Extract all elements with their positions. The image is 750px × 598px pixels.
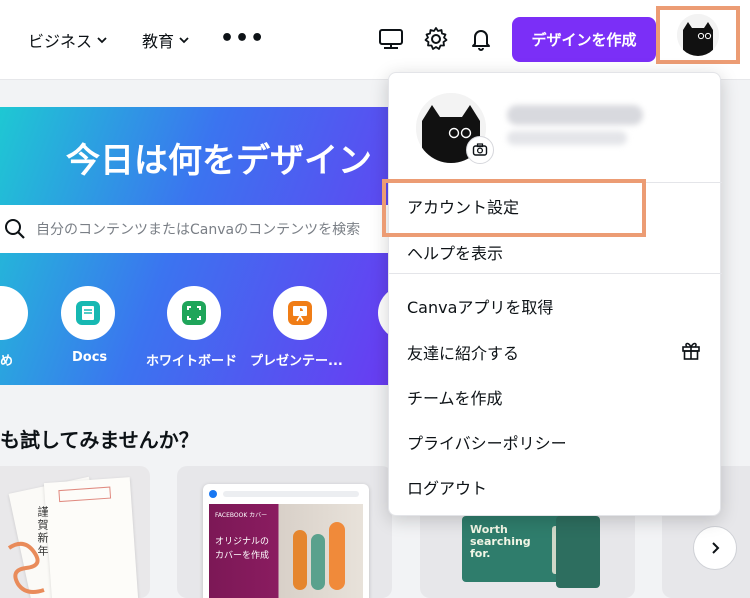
shortcut-docs-label: Docs: [72, 350, 108, 365]
section-title: も試してみませんか？: [0, 428, 199, 452]
browser-mock: FACEBOOK カバー オリジナルの カバーを作成: [203, 484, 369, 598]
search-placeholder: 自分のコンテンツまたはCanvaのコンテンツを検索: [36, 222, 361, 238]
blurred-user-email: [507, 131, 627, 145]
vase-green: [311, 534, 325, 590]
promo-card-front: [556, 516, 600, 588]
facebook-badge: FACEBOOK カバー: [215, 512, 268, 519]
browser-bar: [223, 491, 359, 497]
nav-business[interactable]: ビジネス: [28, 28, 108, 52]
hero-title: 今日は何をデザイン: [66, 141, 372, 181]
shortcut-whiteboard[interactable]: [167, 286, 221, 340]
search-input[interactable]: 自分のコンテンツまたはCanvaのコンテンツを検索: [0, 205, 395, 253]
cover-preview: FACEBOOK カバー オリジナルの カバーを作成: [209, 504, 363, 598]
bell-icon[interactable]: [468, 26, 494, 52]
avatar: [677, 14, 719, 56]
nav-education[interactable]: 教育: [142, 28, 190, 52]
search-icon: [5, 219, 25, 239]
menu-item-get-app[interactable]: Canvaアプリを取得: [407, 294, 553, 318]
nav-education-label: 教育: [142, 32, 175, 51]
desktop-app-icon[interactable]: [378, 26, 404, 52]
postcard-front: [43, 477, 139, 598]
chevron-right-icon: [712, 542, 720, 554]
more-menu-button[interactable]: •••: [220, 26, 265, 51]
card-nengajo[interactable]: 謹賀新年: [0, 466, 150, 598]
cat-avatar-icon: [677, 14, 719, 56]
divider: [389, 273, 722, 274]
shortcut-presentation[interactable]: [273, 286, 327, 340]
top-bar: ビジネス 教育 ••• デザインを作成: [0, 0, 750, 80]
carousel-next-button[interactable]: [693, 526, 737, 570]
account-avatar-button[interactable]: [656, 6, 740, 64]
dragon-illustration-icon: [7, 541, 45, 594]
vase-orange: [293, 530, 307, 590]
shortcut-recommend-label: め: [0, 354, 14, 369]
shortcut-whiteboard-label: ホワイトボード: [146, 354, 238, 369]
highlight-annotation: [382, 179, 646, 237]
chevron-down-icon: [97, 37, 107, 44]
facebook-icon: [209, 490, 217, 498]
shortcut-docs[interactable]: [61, 286, 115, 340]
blurred-user-name: [507, 105, 643, 125]
whiteboard-icon: [182, 301, 206, 325]
shortcut-presentation-label: プレゼンテー...: [250, 354, 343, 369]
menu-item-logout[interactable]: ログアウト: [407, 475, 487, 499]
account-dropdown-menu: アカウント設定 ヘルプを表示 Canvaアプリを取得 友達に紹介する チームを作…: [388, 72, 722, 516]
gear-icon[interactable]: [423, 26, 449, 52]
gift-icon: [682, 342, 700, 360]
promo-text-3: for.: [470, 547, 491, 560]
cover-text-1: オリジナルの: [215, 537, 270, 547]
card-facebook-cover[interactable]: FACEBOOK カバー オリジナルの カバーを作成: [177, 466, 392, 598]
presentation-icon: [288, 301, 312, 325]
menu-item-privacy-policy[interactable]: プライバシーポリシー: [407, 430, 567, 454]
menu-item-create-team[interactable]: チームを作成: [407, 385, 503, 409]
vase-orange-2: [329, 522, 345, 590]
menu-item-refer-friends[interactable]: 友達に紹介する: [407, 340, 519, 364]
change-photo-button[interactable]: [466, 136, 494, 164]
postal-code-boxes: [58, 486, 112, 503]
camera-icon: [472, 143, 488, 156]
menu-item-help[interactable]: ヘルプを表示: [407, 240, 503, 264]
cover-text-2: カバーを作成: [215, 551, 270, 561]
create-design-button[interactable]: デザインを作成: [512, 17, 656, 62]
chevron-down-icon: [179, 37, 189, 44]
docs-icon: [76, 301, 100, 325]
nav-business-label: ビジネス: [28, 32, 93, 51]
